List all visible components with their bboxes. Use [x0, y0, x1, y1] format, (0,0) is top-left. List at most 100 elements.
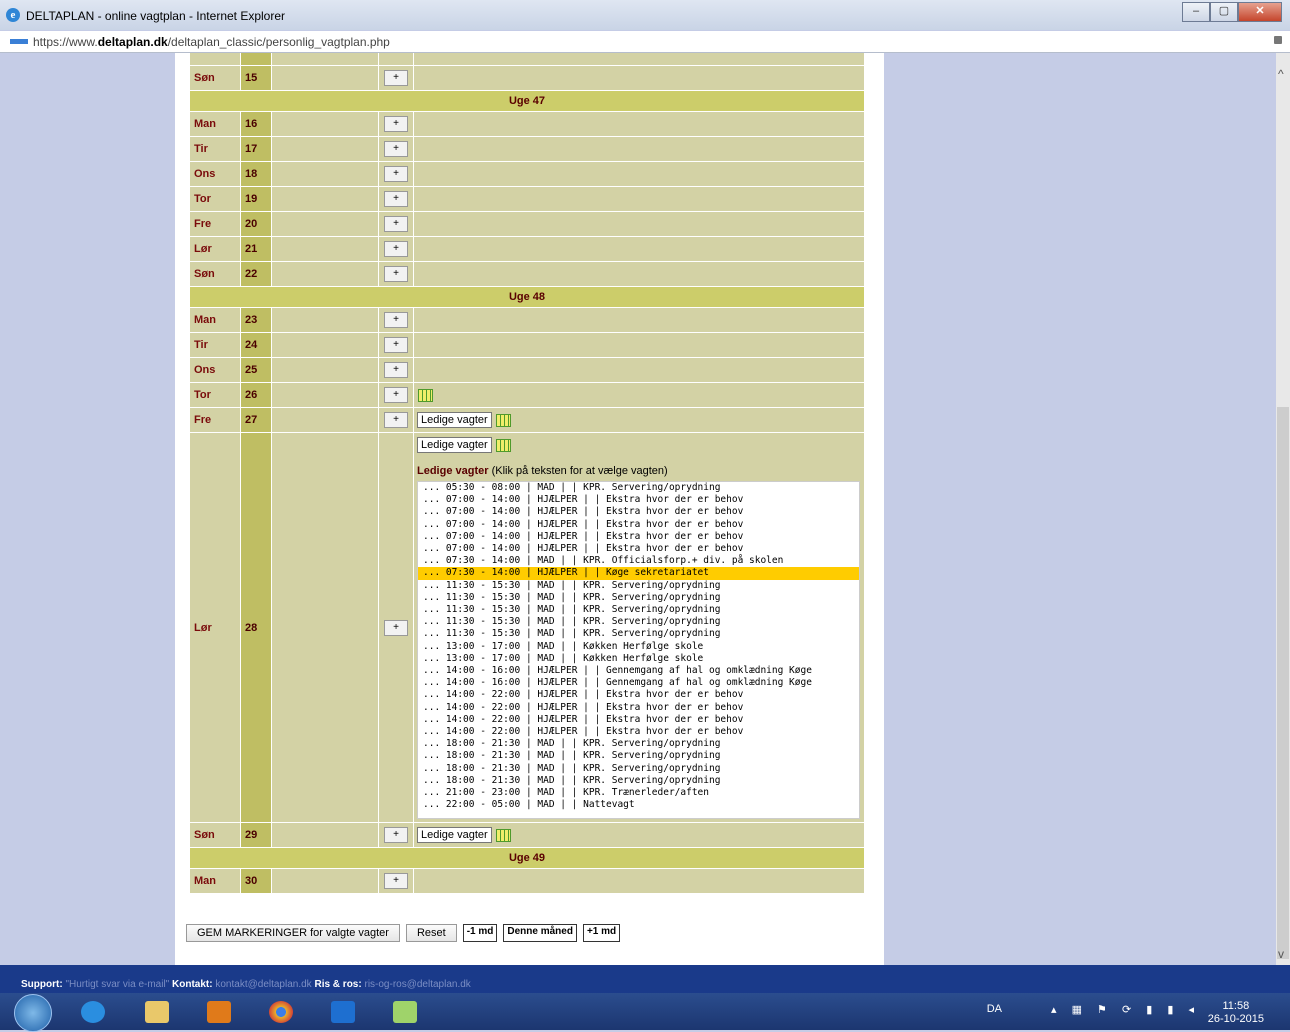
calendar-grid-icon[interactable] [495, 413, 511, 427]
day-name: Fre [189, 407, 241, 433]
shift-option[interactable]: ... 11:30 - 15:30 | MAD | | KPR. Serveri… [418, 628, 859, 640]
address-url[interactable]: https://www.deltaplan.dk/deltaplan_class… [33, 35, 390, 49]
add-shift-button[interactable]: + [384, 266, 408, 282]
week-header-row: Uge 48 [189, 286, 865, 308]
taskbar-chrome[interactable] [254, 996, 308, 1028]
shift-option[interactable]: ... 14:00 - 22:00 | HJÆLPER | | Ekstra h… [418, 726, 859, 738]
add-shift-button[interactable]: + [384, 312, 408, 328]
day-name: Man [189, 868, 241, 894]
taskbar-ie[interactable] [66, 996, 120, 1028]
add-cell: + [378, 261, 414, 287]
calendar-grid-icon[interactable] [495, 828, 511, 842]
available-shifts-button[interactable]: Ledige vagter [417, 412, 492, 428]
media-player-icon [207, 1001, 231, 1023]
add-shift-button[interactable]: + [384, 337, 408, 353]
address-bar[interactable]: https://www.deltaplan.dk/deltaplan_class… [0, 31, 1290, 53]
add-shift-button[interactable]: + [384, 141, 408, 157]
taskbar-media[interactable] [192, 996, 246, 1028]
prev-month-button[interactable]: -1 md [462, 924, 498, 942]
shift-option[interactable]: ... 18:00 - 21:30 | MAD | | KPR. Serveri… [418, 775, 859, 787]
day-number: 24 [240, 332, 272, 358]
calendar-grid-icon[interactable] [495, 438, 511, 452]
language-indicator[interactable]: DA [987, 1003, 1002, 1015]
support-link[interactable]: "Hurtigt svar via e-mail" [65, 979, 169, 990]
shift-option[interactable]: ... 14:00 - 22:00 | HJÆLPER | | Ekstra h… [418, 702, 859, 714]
shift-option[interactable]: ... 11:30 - 15:30 | MAD | | KPR. Serveri… [418, 580, 859, 592]
day-number: 23 [240, 307, 272, 333]
scrollbar-thumb[interactable] [1277, 407, 1289, 959]
shift-option[interactable]: ... 11:30 - 15:30 | MAD | | KPR. Serveri… [418, 592, 859, 604]
day-spacer [271, 382, 379, 408]
taskbar-clock[interactable]: 11:58 26-10-2015 [1208, 1000, 1264, 1026]
vertical-scrollbar[interactable]: ^ v [1276, 53, 1290, 965]
shift-option[interactable]: ... 07:00 - 14:00 | HJÆLPER | | Ekstra h… [418, 506, 859, 518]
add-shift-button[interactable]: + [384, 116, 408, 132]
minimize-button[interactable]: – [1182, 2, 1210, 22]
add-shift-button[interactable]: + [384, 873, 408, 889]
day-spacer [271, 261, 379, 287]
shift-option[interactable]: ... 07:30 - 14:00 | MAD | | KPR. Officia… [418, 555, 859, 567]
shift-option[interactable]: ... 07:00 - 14:00 | HJÆLPER | | Ekstra h… [418, 494, 859, 506]
add-shift-button[interactable]: + [384, 362, 408, 378]
taskbar-outlook[interactable] [316, 996, 370, 1028]
add-shift-button[interactable]: + [384, 619, 408, 636]
add-shift-button[interactable]: + [384, 387, 408, 403]
start-button[interactable] [14, 994, 52, 1032]
shift-option[interactable]: ... 07:00 - 14:00 | HJÆLPER | | Ekstra h… [418, 543, 859, 555]
add-shift-button[interactable]: + [384, 827, 408, 843]
shift-option[interactable]: ... 21:00 - 23:00 | MAD | | KPR. Trænerl… [418, 787, 859, 799]
day-number: 27 [240, 407, 272, 433]
shift-option[interactable]: ... 18:00 - 21:30 | MAD | | KPR. Serveri… [418, 738, 859, 750]
shift-option[interactable]: ... 18:00 - 21:30 | MAD | | KPR. Serveri… [418, 750, 859, 762]
scroll-up-icon[interactable]: ^ [1278, 67, 1284, 81]
day-name: Tir [189, 136, 241, 162]
next-month-button[interactable]: +1 md [582, 924, 621, 942]
shift-option[interactable]: ... 05:30 - 08:00 | MAD | | KPR. Serveri… [418, 482, 859, 494]
add-cell: + [378, 111, 414, 137]
available-shifts-button[interactable]: Ledige vagter [417, 437, 492, 453]
add-shift-button[interactable]: + [384, 191, 408, 207]
shift-option[interactable]: ... 22:00 - 05:00 | MAD | | Nattevagt [418, 799, 859, 811]
shift-option[interactable]: ... 13:00 - 17:00 | MAD | | Køkken Herfø… [418, 641, 859, 653]
this-month-button[interactable]: Denne måned [503, 924, 577, 942]
taskbar-explorer[interactable] [130, 996, 184, 1028]
day-name: Ons [189, 161, 241, 187]
calendar-grid-icon[interactable] [418, 388, 433, 402]
scroll-down-icon[interactable]: v [1278, 947, 1284, 961]
day-spacer [271, 357, 379, 383]
reset-button[interactable]: Reset [405, 924, 457, 942]
shift-option[interactable]: ... 14:00 - 22:00 | HJÆLPER | | Ekstra h… [418, 714, 859, 726]
maximize-button[interactable]: ▢ [1210, 2, 1238, 22]
day-row: Lør 28 + Ledige vagter Ledige vagter (Klik… [189, 432, 865, 823]
shift-option[interactable]: ... 11:30 - 15:30 | MAD | | KPR. Serveri… [418, 604, 859, 616]
contact-email-link[interactable]: kontakt@deltaplan.dk [215, 979, 311, 990]
day-row: Man 30 + [189, 868, 865, 894]
chrome-icon [269, 1001, 293, 1023]
shift-option[interactable]: ... 07:30 - 14:00 | HJÆLPER | | Køge sek… [418, 567, 859, 580]
shift-option[interactable]: ... 11:30 - 15:30 | MAD | | KPR. Serveri… [418, 616, 859, 628]
shift-option[interactable]: ... 07:00 - 14:00 | HJÆLPER | | Ekstra h… [418, 531, 859, 543]
day-number: 16 [240, 111, 272, 137]
close-button[interactable]: ✕ [1238, 2, 1282, 22]
taskbar-notes[interactable] [378, 996, 432, 1028]
shift-option[interactable]: ... 14:00 - 16:00 | HJÆLPER | | Gennemga… [418, 677, 859, 689]
available-shifts-list[interactable]: ... 05:30 - 08:00 | MAD | | KPR. Serveri… [417, 481, 860, 819]
add-shift-button[interactable]: + [384, 166, 408, 182]
shift-option[interactable]: ... 07:00 - 14:00 | HJÆLPER | | Ekstra h… [418, 519, 859, 531]
ris-email-link[interactable]: ris-og-ros@deltaplan.dk [364, 979, 470, 990]
add-shift-button[interactable]: + [384, 216, 408, 232]
save-markings-button[interactable]: GEM MARKERINGER for valgte vagter [186, 924, 400, 942]
page-viewport: Søn 15 + Uge 47 Man 16 + Tir 17 + Ons 18 + Tor 19 + Fre 2… [0, 53, 1276, 965]
day-content [413, 65, 865, 91]
system-tray-icons[interactable]: ▴ ▦ ⚑ ⟳ ▮ ▮ ◂ [1051, 1003, 1200, 1016]
day-spacer [271, 332, 379, 358]
shift-option[interactable]: ... 14:00 - 16:00 | HJÆLPER | | Gennemga… [418, 665, 859, 677]
shift-option[interactable]: ... 18:00 - 21:30 | MAD | | KPR. Serveri… [418, 763, 859, 775]
shift-option[interactable]: ... 14:00 - 22:00 | HJÆLPER | | Ekstra h… [418, 689, 859, 701]
available-shifts-button[interactable]: Ledige vagter [417, 827, 492, 843]
add-shift-button[interactable]: + [384, 70, 408, 86]
add-shift-button[interactable]: + [384, 241, 408, 257]
shift-option[interactable]: ... 13:00 - 17:00 | MAD | | Køkken Herfø… [418, 653, 859, 665]
add-shift-button[interactable]: + [384, 412, 408, 428]
day-row: Tor 26 + [189, 382, 865, 408]
